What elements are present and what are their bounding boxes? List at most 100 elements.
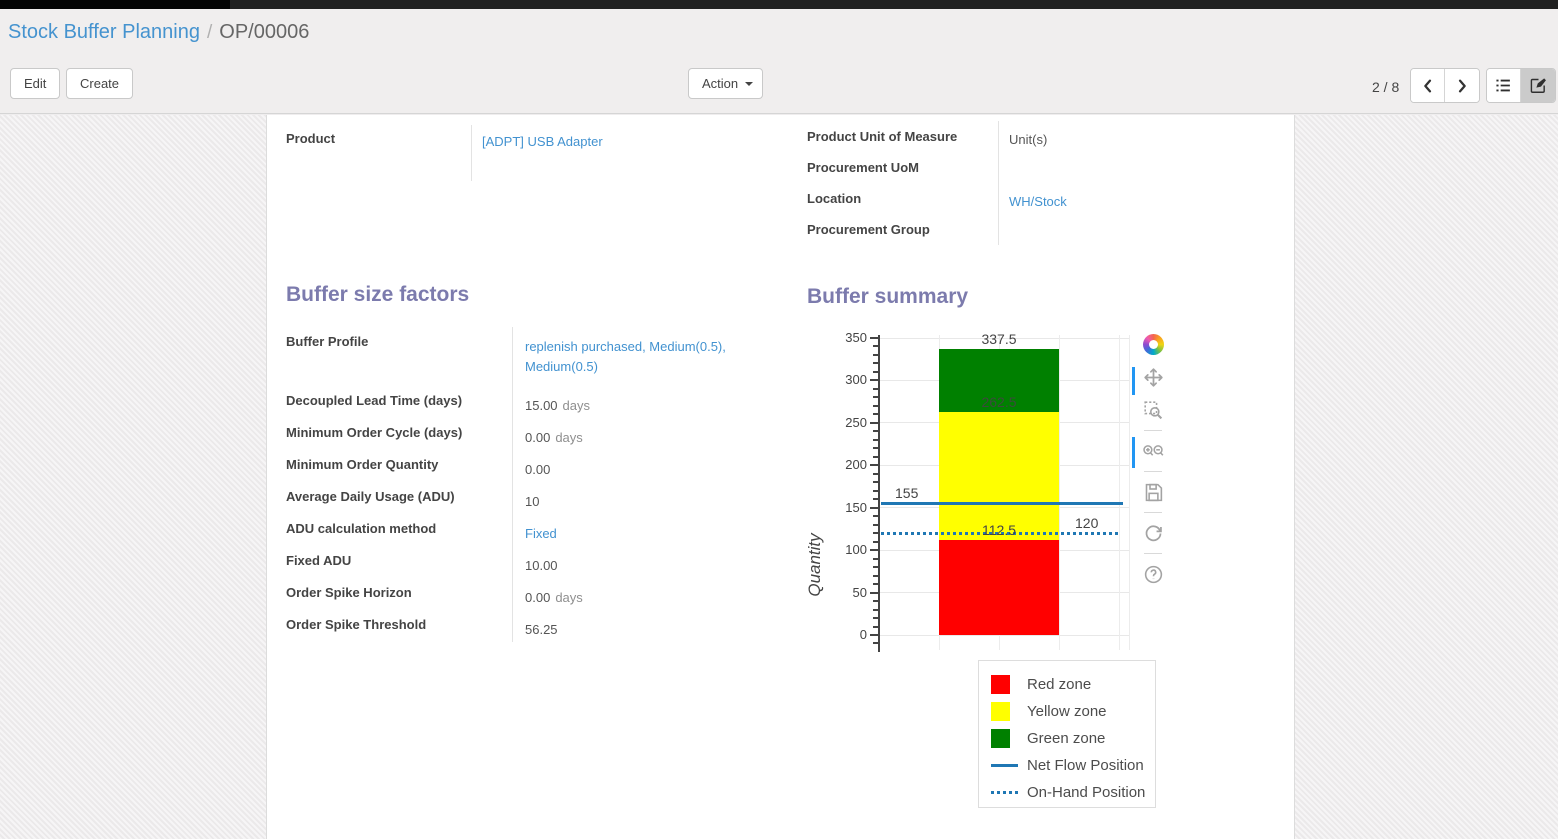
form-view-background: Product [ADPT] USB Adapter Product Unit …: [0, 115, 1558, 839]
product-link[interactable]: [ADPT] USB Adapter: [482, 134, 603, 149]
net-flow-position-line: [881, 502, 1123, 505]
pan-icon[interactable]: [1140, 364, 1166, 390]
modebar-separator: [1144, 430, 1162, 431]
list-view-button[interactable]: [1487, 69, 1521, 102]
y-tick-label: 300: [821, 372, 867, 387]
reset-axes-icon[interactable]: [1140, 520, 1166, 546]
adu-method-value: Fixed: [512, 514, 767, 546]
adu-method-link[interactable]: Fixed: [525, 526, 557, 541]
legend-item-net-flow-position[interactable]: Net Flow Position: [991, 752, 1155, 779]
pager-next-button[interactable]: [1445, 69, 1479, 102]
chevron-down-icon: [745, 82, 753, 86]
legend-color-swatch: [991, 675, 1018, 694]
procurement-group-value: [998, 214, 1287, 245]
legend-item-green-zone[interactable]: Green zone: [991, 725, 1155, 752]
chart-annotation: 112.5: [939, 522, 1059, 538]
fixed-adu-value: 10.00: [512, 546, 767, 578]
chart-modebar: [1138, 331, 1168, 594]
adu-value: 10: [512, 482, 767, 514]
yellow-zone-bar: [939, 412, 1059, 539]
buffer-profile-value: replenish purchased, Medium(0.5), Medium…: [512, 327, 767, 386]
zoom-box-icon[interactable]: [1140, 397, 1166, 423]
adu-method-label: ADU calculation method: [286, 514, 512, 546]
dlt-value: 15.00days: [512, 386, 767, 418]
chart-annotation: 262.5: [939, 394, 1059, 410]
gridline-v: [1059, 335, 1060, 650]
spike-threshold-label: Order Spike Threshold: [286, 610, 512, 642]
create-button[interactable]: Create: [66, 68, 133, 99]
chart-legend: Red zone Yellow zone Green zoneNet Flow Po…: [978, 660, 1156, 808]
pager-buttons: [1410, 68, 1480, 103]
product-uom-label: Product Unit of Measure: [807, 121, 998, 152]
product-label: Product: [286, 125, 471, 181]
pager-counter: 2 / 8: [1372, 79, 1399, 95]
form-view-icon: [1530, 77, 1547, 94]
breadcrumb-separator: /: [200, 22, 219, 43]
procurement-group-label: Procurement Group: [807, 214, 998, 245]
chevron-right-icon: [1454, 78, 1470, 94]
modebar-indicator: [1132, 367, 1135, 395]
gridline-v: [1129, 335, 1130, 650]
y-tick-label: 150: [821, 500, 867, 515]
plotly-logo-icon[interactable]: [1140, 331, 1166, 357]
product-value: [ADPT] USB Adapter: [471, 125, 791, 181]
breadcrumb-current: OP/00006: [219, 21, 309, 43]
save-image-icon[interactable]: [1140, 479, 1166, 505]
view-switcher: [1486, 68, 1556, 103]
action-dropdown-button[interactable]: Action: [688, 68, 763, 99]
buffer-summary-title: Buffer summary: [807, 285, 968, 309]
y-tick-label: 100: [821, 542, 867, 557]
min-order-cycle-label: Minimum Order Cycle (days): [286, 418, 512, 450]
min-order-qty-value: 0.00: [512, 450, 767, 482]
edit-button[interactable]: Edit: [10, 68, 60, 99]
legend-color-swatch: [991, 729, 1018, 748]
y-tick-label: 250: [821, 415, 867, 430]
spike-horizon-value: 0.00days: [512, 578, 767, 610]
legend-color-swatch: [991, 702, 1018, 721]
help-icon[interactable]: [1140, 561, 1166, 587]
spike-threshold-value: 56.25: [512, 610, 767, 642]
group-product: Product [ADPT] USB Adapter: [286, 125, 791, 181]
breadcrumb: Stock Buffer Planning/OP/00006: [8, 21, 309, 44]
location-link[interactable]: WH/Stock: [1009, 194, 1067, 209]
chart-annotation: 120: [1075, 515, 1098, 531]
y-tick-label: 350: [821, 330, 867, 345]
y-tick-label: 200: [821, 457, 867, 472]
procurement-uom-label: Procurement UoM: [807, 152, 998, 183]
modebar-separator: [1144, 512, 1162, 513]
legend-item-red-zone[interactable]: Red zone: [991, 671, 1155, 698]
legend-item-on-hand-position[interactable]: On-Hand Position: [991, 779, 1155, 806]
buffer-size-factors-title: Buffer size factors: [286, 283, 469, 307]
legend-label: Yellow zone: [1018, 703, 1107, 720]
chart-annotation: 337.5: [939, 331, 1059, 347]
chart-y-axis-title: Quantity: [805, 500, 825, 630]
group-procurement: Product Unit of Measure Unit(s) Procurem…: [807, 121, 1287, 245]
modebar-separator: [1144, 471, 1162, 472]
legend-line-swatch: [991, 764, 1018, 767]
buffer-profile-link[interactable]: replenish purchased, Medium(0.5), Medium…: [525, 339, 726, 374]
chart-annotation: 155: [895, 485, 918, 501]
spike-horizon-label: Order Spike Horizon: [286, 578, 512, 610]
y-axis-line: [878, 335, 880, 652]
legend-label: Red zone: [1018, 676, 1091, 693]
adu-label: Average Daily Usage (ADU): [286, 482, 512, 514]
zoom-in-out-icon[interactable]: [1140, 438, 1166, 464]
y-tick-label: 0: [821, 627, 867, 642]
form-sheet: Product [ADPT] USB Adapter Product Unit …: [266, 115, 1295, 839]
form-view-button[interactable]: [1521, 69, 1555, 102]
dlt-label: Decoupled Lead Time (days): [286, 386, 512, 418]
legend-label: On-Hand Position: [1018, 784, 1145, 801]
chevron-left-icon: [1420, 78, 1436, 94]
modebar-indicator: [1132, 437, 1135, 468]
modebar-separator: [1144, 553, 1162, 554]
procurement-uom-value: [998, 152, 1287, 183]
min-order-cycle-value: 0.00days: [512, 418, 767, 450]
legend-dots-swatch: [991, 791, 1018, 794]
navbar-app-segment: [0, 0, 230, 9]
breadcrumb-parent-link[interactable]: Stock Buffer Planning: [8, 21, 200, 43]
min-order-qty-label: Minimum Order Quantity: [286, 450, 512, 482]
legend-item-yellow-zone[interactable]: Yellow zone: [991, 698, 1155, 725]
list-view-icon: [1495, 77, 1512, 94]
fixed-adu-label: Fixed ADU: [286, 546, 512, 578]
pager-previous-button[interactable]: [1411, 69, 1445, 102]
